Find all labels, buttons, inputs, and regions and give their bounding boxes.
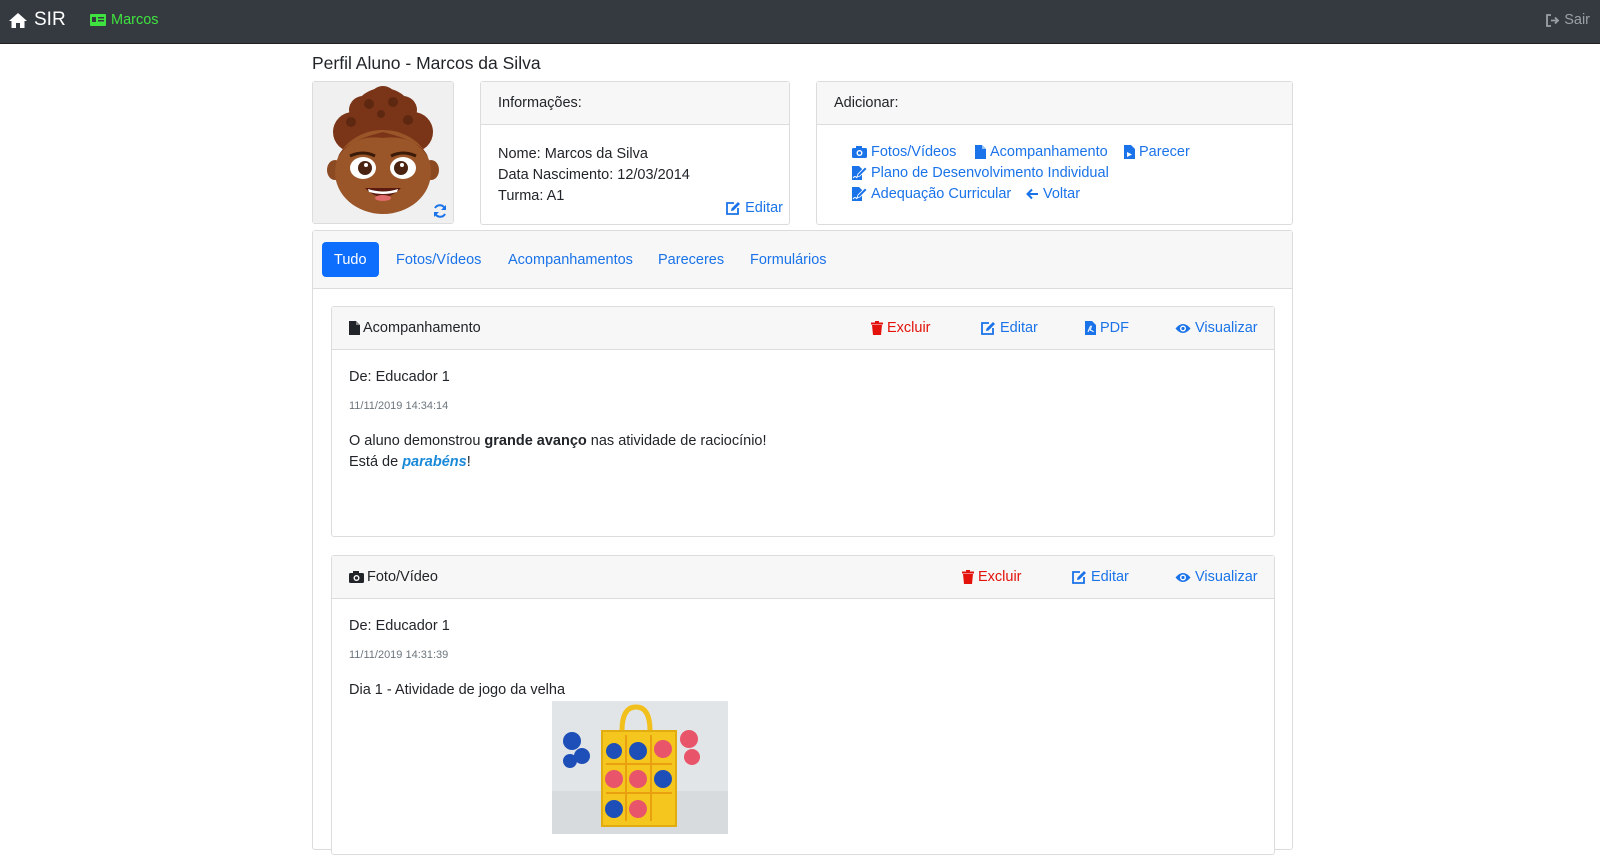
avatar-card [312, 81, 454, 224]
nav-user-label: Marcos [111, 12, 159, 28]
file-icon [975, 145, 986, 159]
post-type-label: Foto/Vídeo [367, 569, 438, 585]
add-photos-link[interactable]: Fotos/Vídeos [852, 144, 956, 160]
post-timestamp: 11/11/2019 14:34:14 [349, 400, 449, 412]
file-text-icon [1124, 145, 1135, 159]
feed-post-photo: Foto/Vídeo Excluir Editar Visualizar De:… [331, 555, 1275, 855]
info-card: Informações: Nome: Marcos da Silva Data … [480, 81, 790, 225]
feed-tabs: Tudo Fotos/Vídeos Acompanhamentos Parece… [313, 231, 1292, 289]
home-icon [9, 12, 27, 28]
brand-link[interactable]: SIR [8, 9, 66, 31]
edit-icon [1072, 570, 1086, 584]
page-title: Perfil Aluno - Marcos da Silva [312, 53, 541, 73]
feed-card: Tudo Fotos/Vídeos Acompanhamentos Parece… [312, 230, 1293, 855]
add-followup-label: Acompanhamento [990, 144, 1108, 160]
add-pdi-label: Plano de Desenvolvimento Individual [871, 165, 1109, 181]
file-icon [349, 321, 360, 335]
post-type: Acompanhamento [349, 320, 481, 336]
content-text: O aluno demonstrou [349, 433, 485, 449]
edit-label: Editar [1091, 569, 1129, 585]
back-link[interactable]: Voltar [1026, 186, 1080, 202]
delete-button[interactable]: Excluir [871, 320, 931, 336]
add-opinion-link[interactable]: Parecer [1124, 144, 1190, 160]
edit-icon [726, 201, 741, 215]
delete-label: Excluir [887, 320, 931, 336]
post-content: O aluno demonstrou grande avanço nas ati… [349, 431, 767, 473]
info-card-header: Informações: [481, 82, 789, 125]
add-curricular-label: Adequação Curricular [871, 186, 1012, 202]
tab-opinions[interactable]: Pareceres [658, 242, 724, 277]
logout-link[interactable]: Sair [1546, 12, 1590, 28]
pdf-label: PDF [1100, 320, 1129, 336]
edit-info-link[interactable]: Editar [725, 200, 783, 216]
top-navbar: SIR Marcos Sair [0, 0, 1600, 44]
student-name: Nome: Marcos da Silva [498, 146, 648, 162]
tab-photos[interactable]: Fotos/Vídeos [396, 242, 481, 277]
logout-label: Sair [1564, 12, 1590, 28]
content-text: Está de [349, 454, 403, 470]
edit-icon [981, 321, 995, 335]
activity-photo[interactable] [552, 701, 728, 834]
trash-icon [962, 570, 974, 584]
tic-tac-toe-photo [552, 701, 728, 834]
view-button[interactable]: Visualizar [1175, 569, 1258, 585]
edit-info-label: Editar [745, 200, 783, 216]
content-text: ! [466, 454, 471, 470]
trash-icon [871, 321, 883, 335]
brand-label: SIR [34, 9, 66, 30]
add-card-header: Adicionar: [817, 82, 1292, 125]
refresh-icon[interactable] [432, 203, 448, 219]
post-type: Foto/Vídeo [349, 569, 438, 585]
add-opinion-label: Parecer [1139, 144, 1190, 160]
pdf-button[interactable]: PDF [1085, 320, 1129, 336]
edit-button[interactable]: Editar [1071, 569, 1129, 585]
post-author: De: Educador 1 [349, 369, 450, 385]
view-button[interactable]: Visualizar [1175, 320, 1258, 336]
camera-icon [852, 146, 867, 158]
post-timestamp: 11/11/2019 14:31:39 [349, 649, 449, 661]
file-signature-icon [852, 187, 867, 201]
tab-forms[interactable]: Formulários [750, 242, 827, 277]
add-photos-label: Fotos/Vídeos [871, 144, 957, 160]
eye-icon [1175, 323, 1191, 333]
file-pdf-icon [1085, 321, 1096, 335]
eye-icon [1175, 572, 1191, 582]
content-text: nas atividade de raciocínio! [586, 433, 767, 449]
view-label: Visualizar [1195, 320, 1258, 336]
camera-icon [349, 571, 364, 583]
post-caption: Dia 1 - Atividade de jogo da velha [349, 682, 566, 698]
content-bold: grande avanço [484, 433, 587, 449]
delete-label: Excluir [978, 569, 1022, 585]
post-header: Foto/Vídeo Excluir Editar Visualizar [332, 556, 1274, 599]
id-card-icon [90, 14, 106, 26]
add-followup-link[interactable]: Acompanhamento [975, 144, 1108, 160]
post-author: De: Educador 1 [349, 618, 450, 634]
post-header: Acompanhamento Excluir Editar PDF Visual… [332, 307, 1274, 350]
student-avatar [313, 82, 453, 223]
arrow-left-icon [1026, 188, 1038, 200]
feed-post-followup: Acompanhamento Excluir Editar PDF Visual… [331, 306, 1275, 537]
file-signature-icon [852, 166, 867, 180]
add-curricular-link[interactable]: Adequação Curricular [852, 186, 1011, 202]
view-label: Visualizar [1195, 569, 1258, 585]
add-pdi-link[interactable]: Plano de Desenvolvimento Individual [852, 165, 1109, 181]
edit-label: Editar [1000, 320, 1038, 336]
student-birthdate: Data Nascimento: 12/03/2014 [498, 167, 690, 183]
post-type-label: Acompanhamento [363, 320, 481, 336]
tab-followups[interactable]: Acompanhamentos [508, 242, 633, 277]
add-card: Adicionar: Fotos/Vídeos Acompanhamento P… [816, 81, 1293, 225]
back-label: Voltar [1043, 186, 1081, 202]
nav-user-link[interactable]: Marcos [90, 12, 159, 28]
tab-all[interactable]: Tudo [322, 242, 379, 277]
delete-button[interactable]: Excluir [962, 569, 1022, 585]
edit-button[interactable]: Editar [980, 320, 1038, 336]
content-emphasis: parabéns [402, 454, 467, 470]
sign-out-icon [1546, 13, 1560, 27]
